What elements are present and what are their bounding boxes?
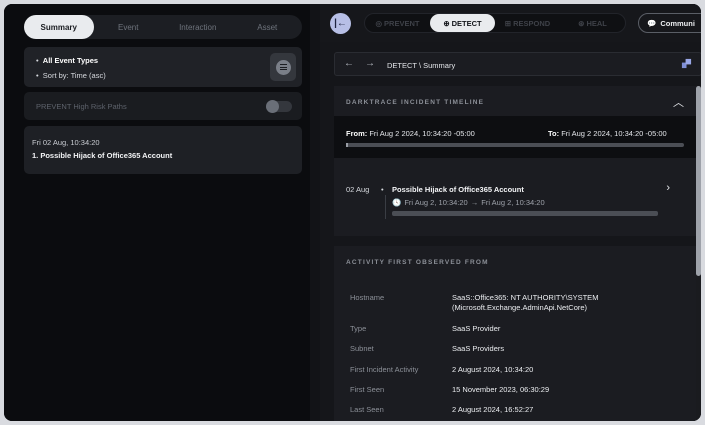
mode-detect[interactable]: ⊕ DETECT: [430, 14, 495, 32]
timeline-header[interactable]: DARKTRACE INCIDENT TIMELINE ︿: [334, 86, 696, 116]
prevent-high-risk-label: PREVENT High Risk Paths: [36, 102, 127, 111]
back-arrow-icon[interactable]: ←: [344, 58, 354, 69]
tab-interaction[interactable]: Interaction: [163, 15, 233, 39]
scrollbar-thumb[interactable]: [696, 86, 701, 276]
detail-key: First Seen: [350, 385, 385, 394]
app-window: Summary Event Interaction Asset • All Ev…: [4, 4, 701, 421]
filter-button[interactable]: [270, 53, 296, 81]
detail-value: 2 August 2024, 16:52:27: [452, 405, 534, 414]
filter-list-icon: [275, 59, 291, 75]
filter-event-types: • All Event Types: [36, 56, 99, 65]
mode-heal[interactable]: ⊛ HEAL: [560, 14, 625, 32]
mode-respond[interactable]: ⊞ RESPOND: [495, 14, 560, 32]
prevent-icon: ◎: [375, 18, 383, 28]
detail-value: SaaS::Office365: NT AUTHORITY\SYSTEM (Mi…: [452, 293, 599, 312]
detail-key: Hostname: [350, 293, 385, 302]
tab-summary[interactable]: Summary: [24, 15, 94, 39]
collapse-panel-button[interactable]: |←: [330, 13, 351, 34]
share-icon[interactable]: [681, 58, 692, 69]
incident-title: 1. Possible Hijack of Office365 Account: [32, 151, 173, 160]
arrow-right-icon: →: [470, 198, 479, 207]
timeline-range-bar[interactable]: [346, 143, 684, 147]
breadcrumb: DETECT \ Summary: [387, 61, 456, 70]
breadcrumb-bar: ← → DETECT \ Summary: [334, 52, 701, 76]
chat-icon: 💬: [647, 18, 657, 28]
chevron-right-icon[interactable]: ›: [666, 182, 670, 194]
timeline-to: To: Fri Aug 2 2024, 10:34:20 -05:00: [548, 129, 667, 138]
detail-key: Type: [350, 324, 367, 333]
detail-key: Last Seen: [350, 405, 384, 414]
right-panel: |← ◎ PREVENT ⊕ DETECT ⊞ RESPOND ⊛ HEAL 💬 Comm…: [320, 4, 701, 421]
prevent-high-risk-row: PREVENT High Risk Paths: [24, 92, 302, 120]
timeline-title: DARKTRACE INCIDENT TIMELINE: [346, 99, 485, 106]
incident-list-item[interactable]: Fri 02 Aug, 10:34:20 1. Possible Hijack …: [24, 126, 302, 174]
detail-key: First Incident Activity: [350, 365, 419, 374]
tab-asset[interactable]: Asset: [233, 15, 303, 39]
activity-title: ACTIVITY FIRST OBSERVED FROM: [346, 259, 489, 266]
event-date: 02 Aug: [346, 185, 370, 194]
prevent-high-risk-toggle[interactable]: [266, 100, 292, 113]
section-gap: [334, 236, 696, 246]
chevron-up-icon[interactable]: ︿: [673, 94, 684, 110]
event-connector: [385, 195, 386, 219]
detail-value: SaaS Providers: [452, 344, 505, 353]
detect-icon: ⊕: [443, 18, 450, 28]
filter-sort: • Sort by: Time (asc): [36, 71, 106, 80]
scrollbar[interactable]: [696, 86, 701, 421]
activity-details: Hostname SaaS::Office365: NT AUTHORITY\S…: [334, 276, 696, 421]
panel-divider[interactable]: [310, 4, 320, 421]
mode-prevent[interactable]: ◎ PREVENT: [365, 14, 430, 32]
activity-header: ACTIVITY FIRST OBSERVED FROM: [334, 246, 696, 276]
left-panel: Summary Event Interaction Asset • All Ev…: [4, 4, 310, 421]
communicate-button[interactable]: 💬 Communi: [638, 13, 701, 33]
event-duration-bar: [392, 211, 658, 216]
event-title: Possible Hijack of Office365 Account: [392, 185, 524, 194]
mode-switcher: ◎ PREVENT ⊕ DETECT ⊞ RESPOND ⊛ HEAL: [364, 13, 626, 33]
heal-icon: ⊛: [578, 18, 585, 28]
detail-key: Subnet: [350, 344, 374, 353]
timeline-range: From: Fri Aug 2 2024, 10:34:20 -05:00 To…: [334, 116, 696, 158]
timeline-event[interactable]: 02 Aug • Possible Hijack of Office365 Ac…: [334, 158, 696, 236]
view-tabs: Summary Event Interaction Asset: [24, 15, 302, 39]
collapse-panel-icon: |←: [334, 18, 347, 29]
clock-icon: 🕓: [392, 198, 402, 207]
incident-date: Fri 02 Aug, 10:34:20: [32, 138, 100, 147]
forward-arrow-icon[interactable]: →: [365, 58, 375, 69]
filter-summary: • All Event Types • Sort by: Time (asc): [24, 47, 302, 87]
timeline-from: From: Fri Aug 2 2024, 10:34:20 -05:00: [346, 129, 475, 138]
tab-event[interactable]: Event: [94, 15, 164, 39]
detail-value: SaaS Provider: [452, 324, 501, 333]
detail-content: DARKTRACE INCIDENT TIMELINE ︿ From: Fri …: [334, 86, 696, 421]
mode-toolbar: |← ◎ PREVENT ⊕ DETECT ⊞ RESPOND ⊛ HEAL 💬 Comm…: [320, 4, 701, 42]
detail-value: 15 November 2023, 06:30:29: [452, 385, 550, 394]
detail-value: 2 August 2024, 10:34:20: [452, 365, 534, 374]
event-bullet: •: [381, 185, 384, 194]
respond-icon: ⊞: [504, 18, 512, 28]
event-time-range: 🕓 Fri Aug 2, 10:34:20 → Fri Aug 2, 10:34…: [392, 198, 545, 207]
